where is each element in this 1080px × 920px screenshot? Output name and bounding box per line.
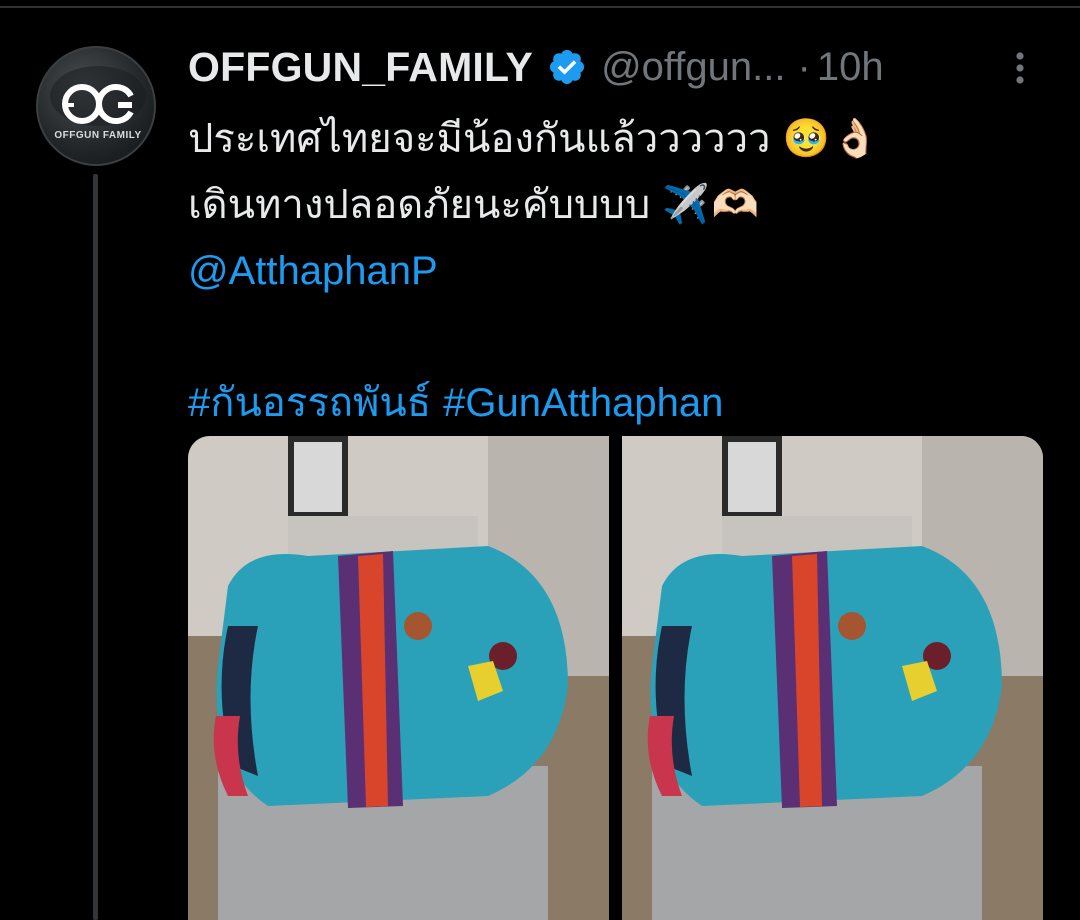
photo-2[interactable] [622, 436, 1043, 920]
hashtag-line: #กันอรรถพันธ์ #GunAtthaphan [188, 370, 1068, 436]
photo-1[interactable] [188, 436, 609, 920]
tweet[interactable]: OFFGUN FAMILY OFFGUN_FAMILY @offgun... ·… [0, 0, 1080, 920]
text-line-1-text: ประเทศไทยจะมีน้องกันแล้วววววว [188, 117, 771, 161]
handle[interactable]: @offgun... [601, 45, 785, 90]
avatar-caption: OFFGUN FAMILY [54, 130, 142, 141]
avatar[interactable]: OFFGUN FAMILY [36, 46, 156, 166]
heart-hands-emoji: 🫶🏻 [711, 184, 759, 226]
more-options-icon[interactable] [1008, 48, 1032, 88]
photo-2-image [622, 436, 1043, 920]
mention-line: @AtthaphanP [188, 238, 1068, 304]
hashtag-thai[interactable]: #กันอรรถพันธ์ [188, 370, 431, 436]
media-grid [188, 436, 1044, 920]
thread-line [93, 174, 98, 920]
tweet-header: OFFGUN_FAMILY @offgun... · 10h [188, 44, 884, 90]
text-line-1: ประเทศไทยจะมีน้องกันแล้วววววว 🥹 👌🏻 [188, 106, 1068, 172]
display-name[interactable]: OFFGUN_FAMILY [188, 44, 533, 91]
ok-hand-emoji: 👌🏻 [831, 118, 880, 160]
photo-1-image [188, 436, 609, 920]
hashtag-gunatthaphan[interactable]: #GunAtthaphan [443, 370, 723, 436]
text-line-2: เดินทางปลอดภัยนะคับบบบ ✈️ 🫶🏻 [188, 172, 1068, 238]
tweet-text: ประเทศไทยจะมีน้องกันแล้วววววว 🥹 👌🏻 เดินท… [188, 106, 1068, 436]
pleading-face-emoji: 🥹 [782, 118, 830, 160]
offgun-logo-icon [50, 66, 146, 126]
mention-link[interactable]: @AtthaphanP [188, 238, 438, 304]
text-line-2-text: เดินทางปลอดภัยนะคับบบบ [188, 183, 651, 227]
timestamp[interactable]: 10h [817, 45, 884, 90]
separator-dot: · [797, 44, 811, 89]
airplane-emoji: ✈️ [662, 184, 710, 226]
verified-badge-icon [549, 49, 585, 85]
